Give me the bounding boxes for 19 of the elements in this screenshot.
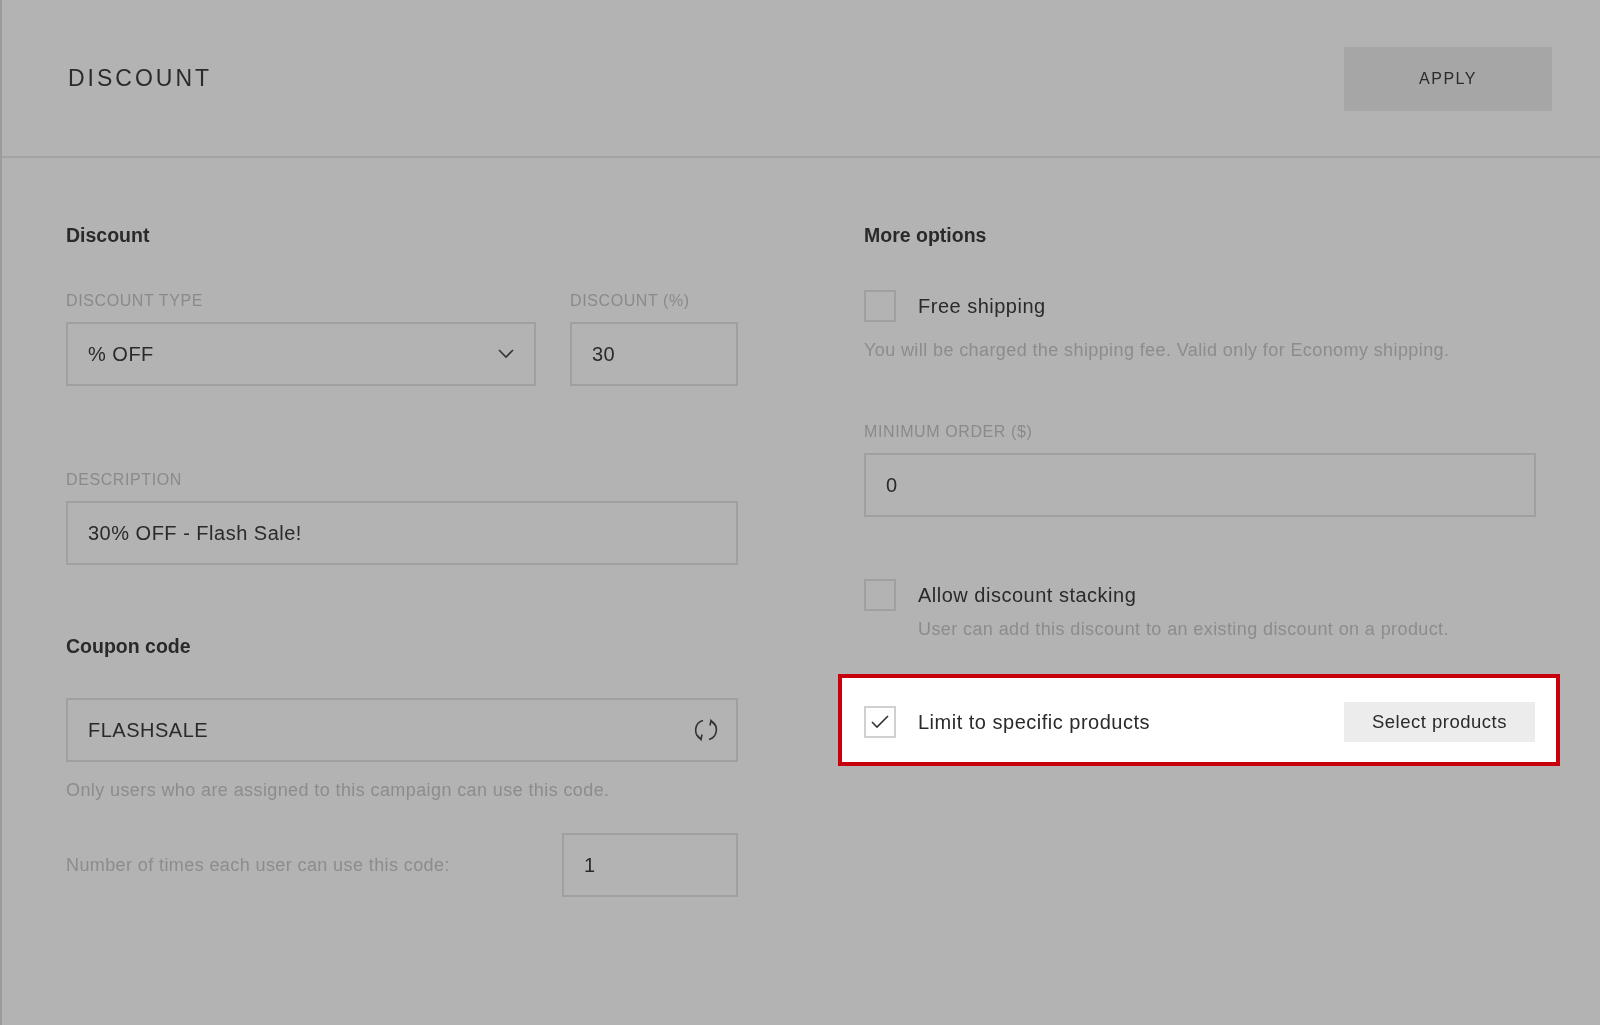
apply-button[interactable]: APPLY: [1344, 47, 1552, 111]
caret-icon: [498, 349, 514, 359]
section-heading: Discount: [66, 224, 151, 247]
page-title: DISCOUNT: [68, 64, 213, 92]
input-field[interactable]: FLASHSALE: [66, 698, 738, 762]
input-field[interactable]: 1: [562, 833, 738, 897]
section-heading: More options: [864, 224, 988, 247]
section-heading: Coupon code: [66, 635, 192, 658]
input-field[interactable]: 30% OFF - Flash Sale!: [66, 501, 738, 565]
checkbox-label: Free shipping: [918, 294, 1046, 318]
input-field[interactable]: 30: [570, 322, 738, 386]
select-field[interactable]: % OFF: [66, 322, 536, 386]
input-field[interactable]: 0: [864, 453, 1536, 517]
check-icon: [871, 715, 889, 729]
checkbox-label: Allow discount stacking: [918, 583, 1137, 607]
refresh-icon[interactable]: [692, 716, 720, 744]
select-products-button[interactable]: Select products: [1344, 702, 1535, 742]
checkbox[interactable]: [864, 706, 896, 738]
checkbox-label: Limit to specific products: [918, 710, 1150, 734]
